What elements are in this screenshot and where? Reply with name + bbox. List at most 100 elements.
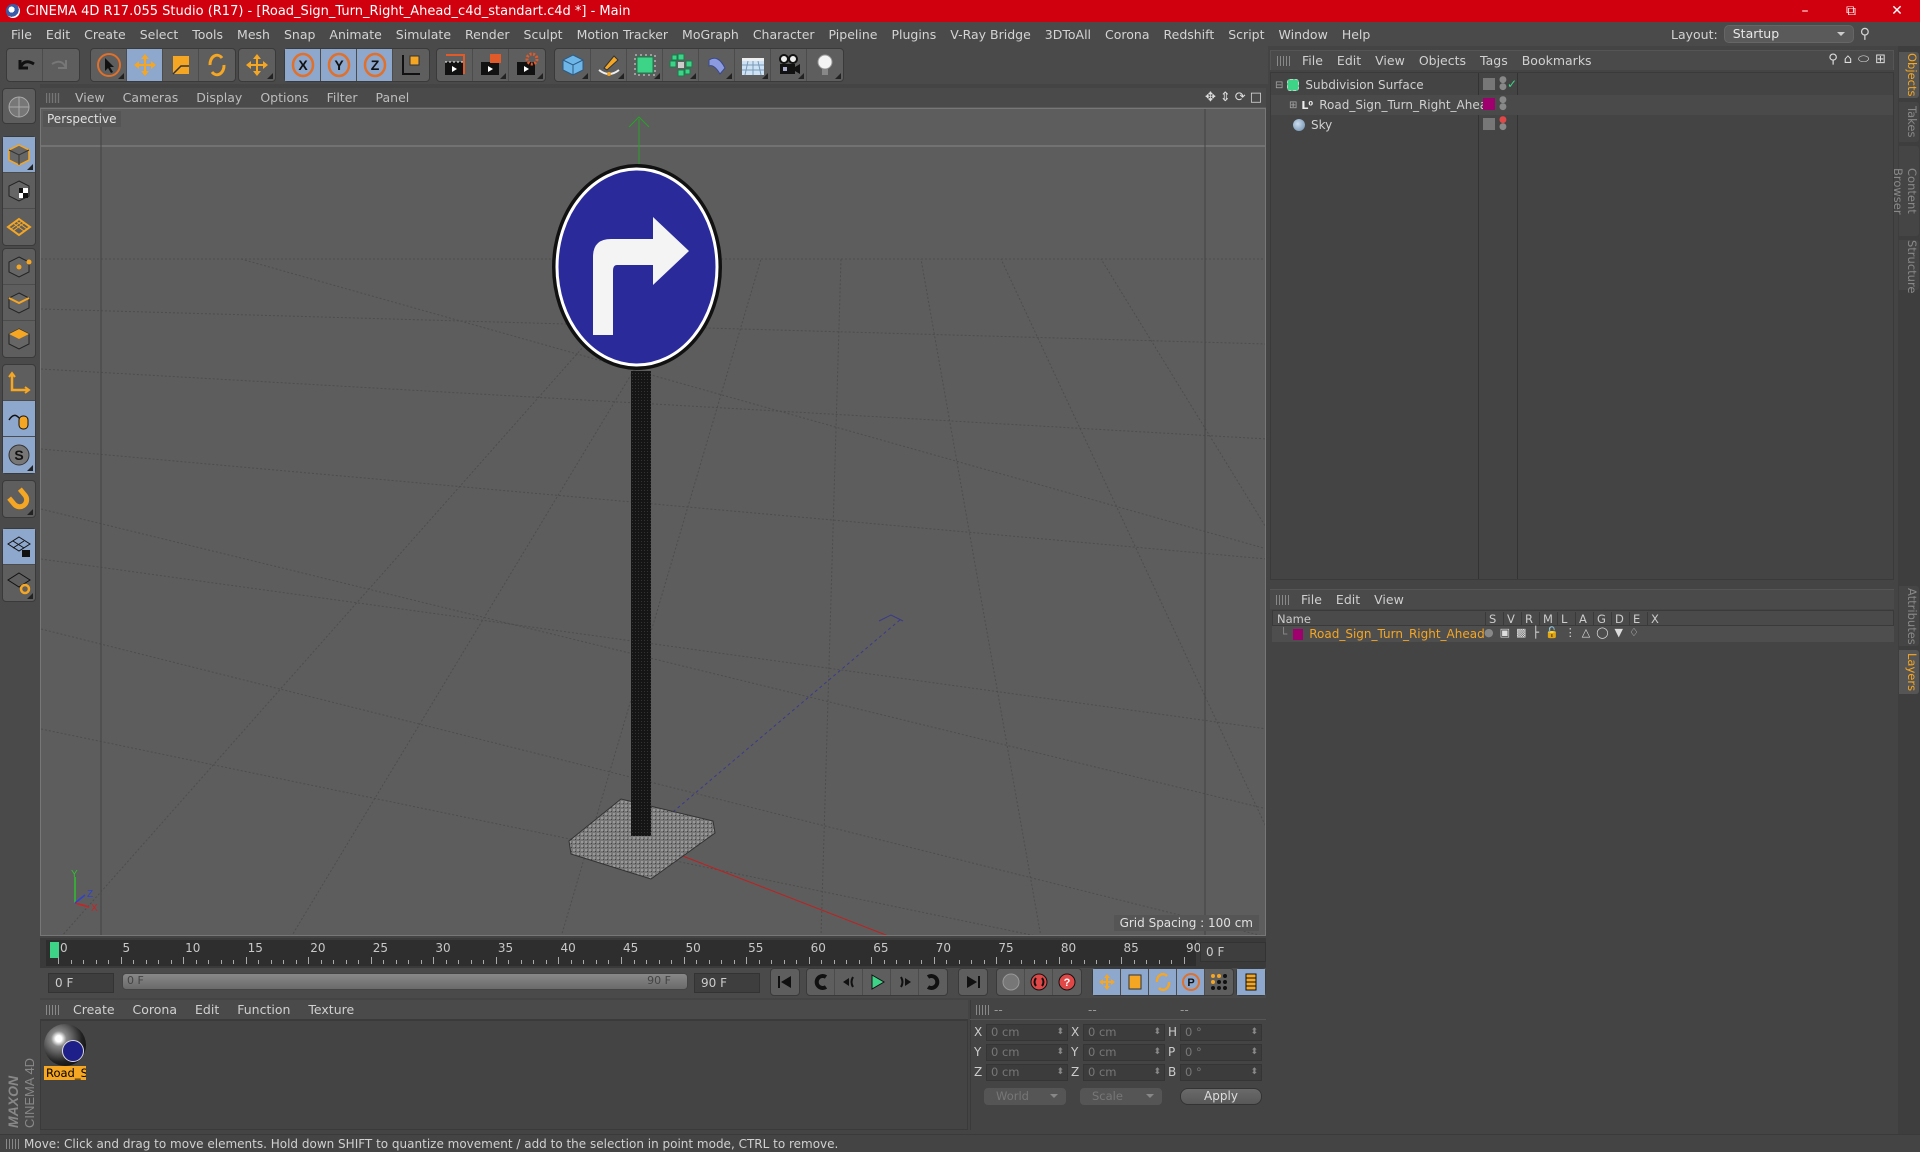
pan-icon[interactable]: ✥: [1205, 90, 1216, 105]
position-field[interactable]: 0 cm: [986, 1064, 1068, 1081]
polygons-mode-icon[interactable]: [3, 321, 35, 357]
camera-icon[interactable]: [771, 49, 807, 81]
menu-motion-tracker[interactable]: Motion Tracker: [570, 27, 675, 42]
layer-column-a[interactable]: A: [1575, 612, 1587, 626]
timeline-window-icon[interactable]: [1237, 969, 1265, 995]
next-key-icon[interactable]: [919, 969, 947, 995]
menu-mograph[interactable]: MoGraph: [675, 27, 746, 42]
panel-grip-icon[interactable]: [1277, 55, 1291, 66]
menu-v-ray-bridge[interactable]: V-Ray Bridge: [943, 27, 1038, 42]
menu-pipeline[interactable]: Pipeline: [822, 27, 885, 42]
z-axis-icon[interactable]: Z: [357, 49, 393, 81]
editor-visibility-icon[interactable]: [1483, 78, 1495, 90]
menu-help[interactable]: Help: [1335, 27, 1378, 42]
object-menu-bookmarks[interactable]: Bookmarks: [1515, 53, 1599, 68]
undo-icon[interactable]: [7, 49, 43, 81]
autokey-icon[interactable]: ?: [1053, 969, 1081, 995]
eye-icon[interactable]: ⬭: [1858, 52, 1869, 67]
texture-mode-icon[interactable]: [3, 173, 35, 209]
menu-edit[interactable]: Edit: [39, 27, 77, 42]
editor-visibility-icon[interactable]: [1483, 118, 1495, 130]
menu-file[interactable]: File: [4, 27, 39, 42]
render-view-icon[interactable]: [437, 49, 473, 81]
coordinate-system-dropdown[interactable]: World: [984, 1088, 1066, 1105]
menu-mesh[interactable]: Mesh: [230, 27, 277, 42]
edges-mode-icon[interactable]: [3, 285, 35, 321]
rotation-field[interactable]: 0 °: [1180, 1044, 1262, 1061]
visibility-dots-icon[interactable]: ● ●: [1499, 76, 1507, 92]
menu-plugins[interactable]: Plugins: [884, 27, 943, 42]
layer-column-s[interactable]: S: [1485, 612, 1496, 626]
size-mode-dropdown[interactable]: Scale: [1080, 1088, 1162, 1105]
tab-layers[interactable]: Layers: [1899, 650, 1919, 694]
solo-icon[interactable]: ●: [1484, 626, 1494, 639]
layer-color-swatch[interactable]: [1293, 628, 1304, 640]
key-parameter-icon[interactable]: P: [1177, 969, 1205, 995]
rotation-field[interactable]: 0 °: [1180, 1024, 1262, 1041]
layout-dropdown[interactable]: Startup: [1723, 25, 1854, 43]
restore-icon[interactable]: ⧉: [1828, 0, 1874, 22]
tab-content-browser[interactable]: Content Browser: [1891, 146, 1919, 236]
goto-start-icon[interactable]: [771, 969, 799, 995]
menu-3dtoall[interactable]: 3DToAll: [1038, 27, 1098, 42]
tab-takes[interactable]: Takes: [1899, 102, 1919, 142]
scale-icon[interactable]: [163, 49, 199, 81]
dolly-icon[interactable]: ⇕: [1220, 90, 1231, 105]
menu-render[interactable]: Render: [458, 27, 517, 42]
tab-objects[interactable]: Objects: [1899, 52, 1919, 98]
layer-menu-file[interactable]: File: [1294, 592, 1329, 607]
frame-range-slider[interactable]: 0 F 90 F: [122, 973, 688, 990]
viewport-label[interactable]: Perspective: [43, 111, 121, 127]
xref-icon[interactable]: ♢: [1629, 626, 1639, 639]
move-icon[interactable]: [127, 49, 163, 81]
workplane-mode-icon[interactable]: [3, 209, 35, 245]
floor-icon[interactable]: [735, 49, 771, 81]
world-coords-icon[interactable]: [393, 49, 429, 81]
rotation-field[interactable]: 0 °: [1180, 1064, 1262, 1081]
workplane-rotate-icon[interactable]: [3, 565, 35, 601]
layer-column-l[interactable]: L: [1557, 612, 1567, 626]
menu-corona[interactable]: Corona: [1098, 27, 1156, 42]
layer-menu-view[interactable]: View: [1367, 592, 1411, 607]
viewport-menu-cameras[interactable]: Cameras: [114, 90, 188, 105]
deformer-icon[interactable]: [699, 49, 735, 81]
x-axis-icon[interactable]: X: [285, 49, 321, 81]
perspective-viewport[interactable]: Perspective Grid Spacing : 100 cm Y X Z: [40, 108, 1266, 936]
maximize-view-icon[interactable]: □: [1250, 90, 1262, 105]
expand-icon[interactable]: ⊞: [1289, 100, 1297, 111]
prev-frame-icon[interactable]: [835, 969, 863, 995]
panel-grip-icon[interactable]: [46, 92, 60, 103]
record-keys-icon[interactable]: [1025, 969, 1053, 995]
layer-column-x[interactable]: X: [1647, 612, 1659, 626]
panel-grip-icon[interactable]: [1276, 594, 1290, 605]
snap-icon[interactable]: S: [3, 437, 35, 473]
position-field[interactable]: 0 cm: [986, 1024, 1068, 1041]
object-row-sky[interactable]: Sky ● ●: [1271, 115, 1893, 135]
viewport-menu-filter[interactable]: Filter: [318, 90, 367, 105]
generators-icon[interactable]: △: [1582, 626, 1590, 639]
minimize-icon[interactable]: –: [1782, 0, 1828, 22]
visibility-dots-icon[interactable]: ● ●: [1499, 96, 1507, 112]
next-frame-icon[interactable]: [891, 969, 919, 995]
light-icon[interactable]: [807, 49, 843, 81]
start-frame-field[interactable]: 0 F: [48, 973, 114, 993]
redo-icon[interactable]: [43, 49, 79, 81]
current-frame-field[interactable]: 0 F: [1200, 942, 1266, 962]
new-window-icon[interactable]: ⊞: [1875, 52, 1886, 67]
animation-icon[interactable]: ⋮: [1565, 626, 1576, 639]
viewport-menu-options[interactable]: Options: [251, 90, 317, 105]
menu-character[interactable]: Character: [746, 27, 822, 42]
home-icon[interactable]: ⌂: [1844, 52, 1852, 67]
position-field[interactable]: 0 cm: [986, 1044, 1068, 1061]
layer-row[interactable]: └ Road_Sign_Turn_Right_Ahead ● ▣ ▩ ├ 🔓 ⋮…: [1272, 626, 1894, 642]
menu-create[interactable]: Create: [77, 27, 133, 42]
size-field[interactable]: 0 cm: [1083, 1064, 1165, 1081]
menu-script[interactable]: Script: [1221, 27, 1271, 42]
prev-key-icon[interactable]: [807, 969, 835, 995]
playhead[interactable]: [50, 942, 59, 958]
size-field[interactable]: 0 cm: [1083, 1024, 1165, 1041]
expressions-icon[interactable]: ▼: [1615, 626, 1623, 639]
object-menu-objects[interactable]: Objects: [1412, 53, 1473, 68]
end-frame-field[interactable]: 90 F: [694, 973, 760, 993]
timeline-ruler[interactable]: 0 5 10 15 20 25 30 35 40 45 50 55 60 65 70 75 80 85 90: [46, 940, 1201, 966]
